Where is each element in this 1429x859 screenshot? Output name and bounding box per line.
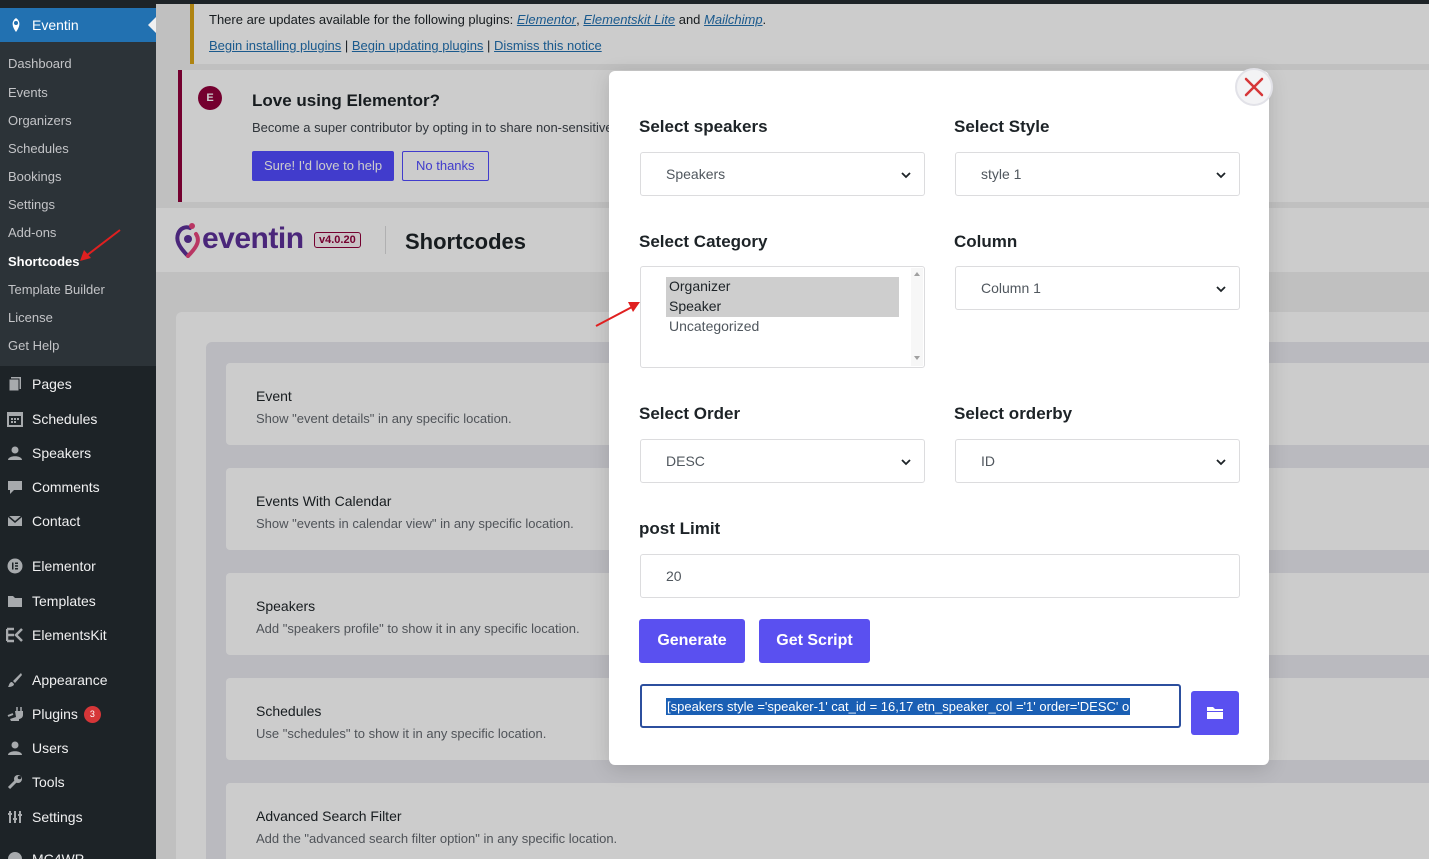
orderby-select[interactable]: ID <box>955 439 1240 483</box>
chevron-down-icon <box>901 459 911 466</box>
annotation-arrow-category <box>595 302 640 327</box>
plugin-icon <box>6 705 24 723</box>
comments-icon <box>6 478 24 496</box>
sidebar-item-comments[interactable]: Comments <box>0 472 156 502</box>
sidebar-item-templates[interactable]: Templates <box>0 586 156 616</box>
sidebar-item-label: Pages <box>32 376 72 392</box>
category-option-uncategorized[interactable]: Uncategorized <box>666 317 899 337</box>
submenu-events[interactable]: Events <box>8 85 48 100</box>
shortcode-output-field[interactable]: [speakers style ='speaker-1' cat_id = 16… <box>640 684 1181 728</box>
wrench-icon <box>6 773 24 791</box>
sidebar-item-label: Speakers <box>32 445 92 461</box>
orderby-label: Select orderby <box>954 404 1073 423</box>
submenu-organizers[interactable]: Organizers <box>8 113 72 128</box>
chevron-down-icon <box>1216 459 1226 466</box>
shortcode-generator-modal: Select speakers Speakers Select Style st… <box>609 68 1273 765</box>
copy-shortcode-button[interactable] <box>1191 691 1239 735</box>
sidebar-item-eventin[interactable]: Eventin <box>0 8 156 42</box>
sidebar-item-label: Schedules <box>32 411 98 427</box>
column-label: Column <box>954 232 1018 251</box>
speakers-select[interactable]: Speakers <box>640 152 925 196</box>
listbox-scrollbar[interactable] <box>911 268 923 366</box>
sidebar-item-tools[interactable]: Tools <box>0 767 156 797</box>
speakers-label: Select speakers <box>639 117 768 136</box>
sidebar-item-plugins[interactable]: Plugins 3 <box>0 699 156 729</box>
sidebar-item-appearance[interactable]: Appearance <box>0 665 156 695</box>
submenu-license[interactable]: License <box>8 310 53 325</box>
sidebar-item-contact[interactable]: Contact <box>0 506 156 536</box>
brush-icon <box>6 671 24 689</box>
sidebar-item-label: Comments <box>32 479 100 495</box>
generate-button[interactable]: Generate <box>639 619 745 663</box>
active-notch <box>148 17 156 33</box>
sidebar-item-label: Eventin <box>32 17 79 33</box>
scroll-up-icon <box>914 272 920 276</box>
sidebar-item-settings[interactable]: Settings <box>0 802 156 832</box>
submenu-shortcodes[interactable]: Shortcodes <box>8 254 80 269</box>
user-icon <box>6 444 24 462</box>
sidebar-item-label: Settings <box>32 809 83 825</box>
mc4wp-icon <box>6 850 24 859</box>
sidebar-item-users[interactable]: Users <box>0 733 156 763</box>
chevron-down-icon <box>1216 172 1226 179</box>
submenu-addons[interactable]: Add-ons <box>8 225 56 240</box>
mail-icon <box>6 512 24 530</box>
settings-icon <box>6 808 24 826</box>
sidebar-item-pages[interactable]: Pages <box>0 369 156 399</box>
submenu-get-help[interactable]: Get Help <box>8 338 59 353</box>
submenu-settings[interactable]: Settings <box>8 197 55 212</box>
style-select[interactable]: style 1 <box>955 152 1240 196</box>
sidebar-item-speakers[interactable]: Speakers <box>0 438 156 468</box>
folder-icon <box>6 592 24 610</box>
calendar-icon <box>6 410 24 428</box>
close-modal-button[interactable] <box>1235 68 1273 106</box>
shortcode-text: [speakers style ='speaker-1' cat_id = 16… <box>666 698 1131 715</box>
eventin-icon <box>12 18 20 32</box>
post-limit-label: post Limit <box>639 519 721 538</box>
category-multiselect[interactable]: Organizer Speaker Uncategorized <box>640 266 925 368</box>
sidebar-item-mc4wp[interactable]: MC4WP <box>0 844 156 859</box>
admin-sidebar: Eventin Dashboard Events Organizers Sche… <box>0 0 156 859</box>
sidebar-item-label: Templates <box>32 593 96 609</box>
close-icon <box>1244 77 1264 97</box>
column-select[interactable]: Column 1 <box>955 266 1240 310</box>
submenu-bookings[interactable]: Bookings <box>8 169 61 184</box>
pages-icon <box>6 375 24 393</box>
order-select[interactable]: DESC <box>640 439 925 483</box>
get-script-button[interactable]: Get Script <box>759 619 870 663</box>
annotation-arrow-shortcodes <box>80 229 121 261</box>
sidebar-item-label: Appearance <box>32 672 108 688</box>
sidebar-item-label: Contact <box>32 513 81 529</box>
sidebar-submenu: Dashboard Events Organizers Schedules Bo… <box>0 42 156 366</box>
category-option-organizer[interactable]: Organizer <box>666 277 899 297</box>
sidebar-item-schedules[interactable]: Schedules <box>0 404 156 434</box>
submenu-dashboard[interactable]: Dashboard <box>8 56 72 71</box>
chevron-down-icon <box>1216 286 1226 293</box>
plugins-update-badge: 3 <box>83 705 101 723</box>
sidebar-item-label: Plugins <box>32 706 78 722</box>
elementskit-icon <box>6 626 24 644</box>
post-limit-input[interactable]: 20 <box>640 554 1240 598</box>
category-label: Select Category <box>639 232 768 251</box>
submenu-template-builder[interactable]: Template Builder <box>8 282 105 297</box>
sidebar-item-label: Tools <box>32 774 65 790</box>
category-option-speaker[interactable]: Speaker <box>666 297 899 317</box>
sidebar-item-label: Elementor <box>32 558 96 574</box>
submenu-schedules[interactable]: Schedules <box>8 141 69 156</box>
style-label: Select Style <box>954 117 1050 136</box>
sidebar-item-label: Users <box>32 740 69 756</box>
sidebar-item-label: ElementsKit <box>32 627 107 643</box>
order-label: Select Order <box>639 404 741 423</box>
elementor-icon <box>6 557 24 575</box>
sidebar-item-elementskit[interactable]: ElementsKit <box>0 620 156 650</box>
sidebar-item-elementor[interactable]: Elementor <box>0 551 156 581</box>
sidebar-item-label: MC4WP <box>32 851 85 859</box>
users-icon <box>6 739 24 757</box>
chevron-down-icon <box>901 172 911 179</box>
scroll-down-icon <box>914 356 920 360</box>
folder-icon <box>1207 707 1223 719</box>
